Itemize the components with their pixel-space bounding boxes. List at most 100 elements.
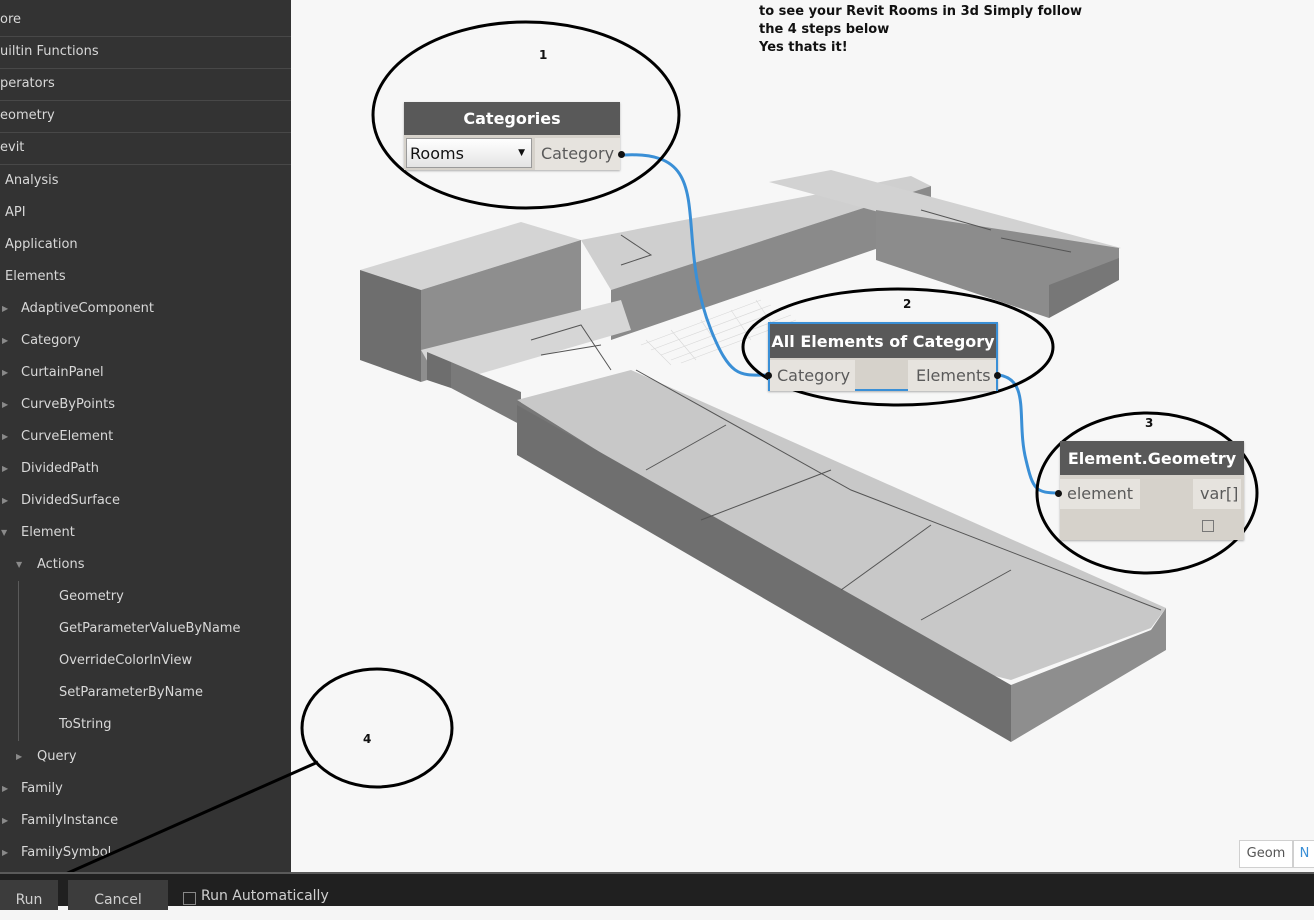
element-geometry-node[interactable]: Element.Geometry element var[] — [1055, 441, 1244, 540]
expand-arrow-icon: ▶ — [2, 368, 9, 377]
library-item-label: API — [5, 205, 26, 220]
library-item-label: Category — [21, 333, 81, 348]
input-port-element[interactable]: element — [1060, 479, 1140, 509]
library-item-query[interactable]: ▶ Query — [0, 741, 291, 773]
node-title: Element.Geometry — [1060, 441, 1244, 475]
output-port-dot[interactable] — [994, 372, 1001, 379]
library-panel: ore uiltin Functions perators eometry ev… — [0, 0, 291, 872]
step-number: 3 — [1145, 416, 1154, 430]
library-item-elements[interactable]: Elements — [0, 261, 291, 293]
library-item-label: evit — [0, 140, 25, 155]
library-item-label: CurtainPanel — [21, 365, 104, 380]
categories-node[interactable]: Categories Rooms ▼ Category — [404, 102, 625, 170]
collapse-arrow-icon: ▼ — [1, 528, 8, 537]
note-line: to see your Revit Rooms in 3d Simply fol… — [759, 4, 1083, 19]
library-item-label: ToString — [59, 717, 112, 732]
expand-arrow-icon: ▶ — [2, 464, 9, 473]
library-item-actions[interactable]: ▼ Actions — [0, 549, 291, 581]
node-title: All Elements of Category — [770, 324, 996, 358]
library-item-label: perators — [0, 76, 55, 91]
library-item-getparametervaluebyname[interactable]: GetParameterValueByName — [0, 613, 291, 645]
note-line: Yes thats it! — [759, 40, 848, 55]
library-item-geometry-action[interactable]: Geometry — [0, 581, 291, 613]
library-item-label: Geometry — [59, 589, 124, 604]
run-automatically-label: Run Automatically — [201, 888, 329, 904]
step-number: 1 — [539, 48, 548, 62]
library-item-adaptivecomponent[interactable]: ▶ AdaptiveComponent — [0, 293, 291, 325]
library-item-label: Application — [5, 237, 78, 252]
expand-arrow-icon: ▶ — [16, 752, 23, 761]
expand-arrow-icon: ▶ — [2, 304, 9, 313]
node-title: Categories — [404, 102, 620, 135]
library-item-builtin-functions[interactable]: uiltin Functions — [0, 36, 291, 69]
library-item-tostring[interactable]: ToString — [0, 709, 291, 741]
input-port-dot[interactable] — [1055, 490, 1062, 497]
library-item-geometry[interactable]: eometry — [0, 100, 291, 133]
library-item-label: FamilySymbol — [21, 845, 112, 860]
library-item-curvebypoints[interactable]: ▶ CurveByPoints — [0, 389, 291, 421]
instruction-note: to see your Revit Rooms in 3d Simply fol… — [759, 3, 1082, 57]
expand-arrow-icon: ▶ — [2, 816, 9, 825]
workspace-canvas[interactable]: to see your Revit Rooms in 3d Simply fol… — [291, 0, 1314, 872]
preview-toggle-checkbox[interactable] — [1202, 520, 1214, 532]
expand-arrow-icon: ▶ — [2, 400, 9, 409]
output-port-category[interactable]: Category — [535, 138, 620, 170]
library-item-application[interactable]: Application — [0, 229, 291, 261]
library-item-familyinstance[interactable]: ▶ FamilyInstance — [0, 805, 291, 837]
library-item-label: Elements — [5, 269, 66, 284]
collapse-arrow-icon: ▼ — [16, 560, 23, 569]
execution-bar: Run Cancel Run Automatically — [0, 872, 1314, 910]
library-item-label: CurveElement — [21, 429, 114, 444]
library-item-family[interactable]: ▶ Family — [0, 773, 291, 805]
library-item-label: SetParameterByName — [59, 685, 203, 700]
library-item-category[interactable]: ▶ Category — [0, 325, 291, 357]
library-item-familysymbol[interactable]: ▶ FamilySymbol — [0, 837, 291, 869]
library-item-dividedsurface[interactable]: ▶ DividedSurface — [0, 485, 291, 517]
library-item-label: FamilyInstance — [21, 813, 119, 828]
run-automatically-checkbox[interactable] — [183, 892, 196, 905]
geometry-view-button[interactable]: Geom — [1239, 840, 1293, 868]
output-port-dot[interactable] — [618, 151, 625, 158]
all-elements-of-category-node[interactable]: All Elements of Category Category Elemen… — [765, 322, 1001, 391]
note-line: the 4 steps below — [759, 22, 890, 37]
library-item-label: OverrideColorInView — [59, 653, 193, 668]
library-item-label: DividedPath — [21, 461, 99, 476]
library-item-api[interactable]: API — [0, 197, 291, 229]
library-item-label: AdaptiveComponent — [21, 301, 155, 316]
library-item-label: DividedSurface — [21, 493, 120, 508]
library-item-analysis[interactable]: Analysis — [0, 165, 291, 197]
input-port-category[interactable]: Category — [770, 360, 855, 391]
library-item-label: Element — [21, 525, 75, 540]
expand-arrow-icon: ▶ — [2, 336, 9, 345]
step-number: 4 — [363, 732, 372, 746]
expand-arrow-icon: ▶ — [2, 784, 9, 793]
expand-arrow-icon: ▶ — [2, 496, 9, 505]
output-port-var[interactable]: var[] — [1193, 479, 1241, 509]
input-port-dot[interactable] — [765, 372, 772, 379]
chevron-down-icon: ▼ — [518, 148, 525, 158]
expand-arrow-icon: ▶ — [2, 848, 9, 857]
step-number: 2 — [903, 297, 912, 311]
expand-arrow-icon: ▶ — [2, 432, 9, 441]
library-item-label: GetParameterValueByName — [59, 621, 241, 636]
library-item-dividedpath[interactable]: ▶ DividedPath — [0, 453, 291, 485]
library-item-label: eometry — [0, 108, 55, 123]
library-item-label: Actions — [37, 557, 85, 572]
library-item-label: Query — [37, 749, 77, 764]
library-item-curveelement[interactable]: ▶ CurveElement — [0, 421, 291, 453]
library-item-label: CurveByPoints — [21, 397, 116, 412]
library-item-label: uiltin Functions — [0, 44, 99, 59]
library-item-setparameterbyname[interactable]: SetParameterByName — [0, 677, 291, 709]
library-item-curtainpanel[interactable]: ▶ CurtainPanel — [0, 357, 291, 389]
library-item-overridecolorinview[interactable]: OverrideColorInView — [0, 645, 291, 677]
library-item-core[interactable]: ore — [0, 4, 291, 37]
category-dropdown[interactable]: Rooms ▼ — [406, 138, 532, 168]
node-view-button[interactable]: N — [1293, 840, 1314, 868]
library-item-element[interactable]: ▼ Element — [0, 517, 291, 549]
library-item-label: Analysis — [5, 173, 59, 188]
output-port-elements[interactable]: Elements — [908, 360, 996, 391]
library-item-label: ore — [0, 12, 22, 27]
dropdown-value: Rooms — [410, 144, 464, 163]
library-item-operators[interactable]: perators — [0, 68, 291, 101]
library-item-revit[interactable]: evit — [0, 132, 291, 165]
